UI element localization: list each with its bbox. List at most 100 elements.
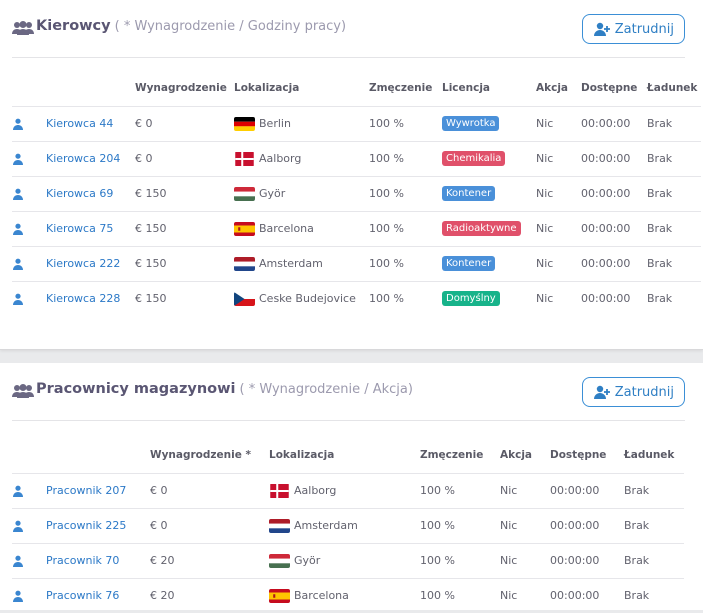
drivers-subtitle: ( * Wynagrodzenie / Godziny pracy) <box>114 19 347 34</box>
salary-cell: € 0 <box>135 140 234 176</box>
col-fatigue[interactable]: Zmęczenie <box>369 71 442 106</box>
license-cell: Kontener <box>442 175 536 211</box>
available-cell: 00:00:00 <box>581 280 647 316</box>
cargo-cell: Brak <box>624 507 684 543</box>
fatigue-cell: 100 % <box>420 507 500 543</box>
employee-name-link[interactable]: Pracownik 76 <box>46 577 150 613</box>
salary-cell: € 150 <box>135 280 234 316</box>
available-cell: 00:00:00 <box>581 105 647 141</box>
user-icon <box>12 555 24 567</box>
hire-label: Zatrudnij <box>614 384 674 400</box>
col-action[interactable]: Akcja <box>500 438 550 473</box>
table-row[interactable]: Kierowca 69 € 150 Györ 100 % Kontener Nic 00:0… <box>12 175 701 211</box>
location-cell: Ceske Budejovice <box>234 280 369 316</box>
col-fatigue[interactable]: Zmęczenie <box>420 438 500 473</box>
warehouse-title: Pracownicy magazynowi <box>36 381 236 397</box>
cargo-cell: Brak <box>647 245 701 281</box>
table-row[interactable]: Kierowca 222 € 150 Amsterdam 100 % Kontener N… <box>12 245 701 281</box>
salary-cell: € 0 <box>150 507 269 543</box>
hire-driver-button[interactable]: Zatrudnij <box>581 14 685 44</box>
dk-flag-icon <box>234 151 255 166</box>
employee-name-link[interactable]: Kierowca 228 <box>46 280 135 316</box>
nl-flag-icon <box>234 256 255 271</box>
user-icon-cell <box>12 140 46 176</box>
fatigue-cell: 100 % <box>369 210 442 246</box>
warehouse-card: Pracownicy magazynowi( * Wynagrodzenie /… <box>0 363 703 613</box>
cargo-cell: Brak <box>647 210 701 246</box>
user-plus-icon <box>593 22 610 36</box>
employee-name-link[interactable]: Pracownik 70 <box>46 542 150 578</box>
location-cell: Györ <box>269 542 420 578</box>
col-location[interactable]: Lokalizacja <box>269 438 420 473</box>
city-label: Aalborg <box>294 483 337 497</box>
table-row[interactable]: Pracownik 76 € 20 Barcelona 100 % Nic 00:00:0… <box>12 577 684 613</box>
employee-name-link[interactable]: Kierowca 69 <box>46 175 135 211</box>
location-cell: Barcelona <box>234 210 369 246</box>
user-icon <box>12 223 24 235</box>
available-cell: 00:00:00 <box>581 140 647 176</box>
user-icon-cell <box>12 542 46 578</box>
license-cell: Radioaktywne <box>442 210 536 246</box>
available-cell: 00:00:00 <box>581 175 647 211</box>
city-label: Barcelona <box>259 221 314 235</box>
employee-name-link[interactable]: Kierowca 75 <box>46 210 135 246</box>
license-badge: Kontener <box>442 186 496 201</box>
users-icon <box>12 21 34 35</box>
employee-name-link[interactable]: Kierowca 44 <box>46 105 135 141</box>
col-salary[interactable]: Wynagrodzenie <box>135 71 234 106</box>
location-cell: Aalborg <box>234 140 369 176</box>
employee-name-link[interactable]: Pracownik 207 <box>46 472 150 508</box>
col-cargo[interactable]: Ładunek <box>647 71 701 106</box>
user-icon-cell <box>12 472 46 508</box>
warehouse-header: Pracownicy magazynowi( * Wynagrodzenie /… <box>12 363 685 421</box>
divider <box>12 420 685 421</box>
table-row[interactable]: Kierowca 228 € 150 Ceske Budejovice 100 % Do… <box>12 280 701 316</box>
action-cell: Nic <box>500 472 550 508</box>
license-badge: Radioaktywne <box>442 221 521 236</box>
available-cell: 00:00:00 <box>550 507 624 543</box>
table-row[interactable]: Kierowca 75 € 150 Barcelona 100 % Radioaktyw… <box>12 210 701 246</box>
cargo-cell: Brak <box>624 577 684 613</box>
col-location[interactable]: Lokalizacja <box>234 71 369 106</box>
table-row[interactable]: Kierowca 44 € 0 Berlin 100 % Wywrotka Nic 00:0… <box>12 105 701 141</box>
col-available[interactable]: Dostępne <box>550 438 624 473</box>
table-row[interactable]: Kierowca 204 € 0 Aalborg 100 % Chemikalia Nic… <box>12 140 701 176</box>
employee-name-link[interactable]: Kierowca 222 <box>46 245 135 281</box>
salary-cell: € 150 <box>135 210 234 246</box>
hire-warehouse-button[interactable]: Zatrudnij <box>581 377 685 407</box>
col-available[interactable]: Dostępne <box>581 71 647 106</box>
employee-name-link[interactable]: Pracownik 225 <box>46 507 150 543</box>
col-license[interactable]: Licencja <box>442 71 536 106</box>
license-cell: Kontener <box>442 245 536 281</box>
salary-cell: € 20 <box>150 542 269 578</box>
user-icon-cell <box>12 280 46 316</box>
table-row[interactable]: Pracownik 225 € 0 Amsterdam 100 % Nic 00:00:0… <box>12 507 684 543</box>
license-cell: Chemikalia <box>442 140 536 176</box>
user-icon-cell <box>12 507 46 543</box>
salary-cell: € 0 <box>150 472 269 508</box>
user-plus-icon <box>593 385 610 399</box>
fatigue-cell: 100 % <box>369 175 442 211</box>
employee-name-link[interactable]: Kierowca 204 <box>46 140 135 176</box>
hu-flag-icon <box>234 186 255 201</box>
es-flag-icon <box>234 221 255 236</box>
users-icon <box>12 384 34 398</box>
col-salary[interactable]: Wynagrodzenie * <box>150 438 269 473</box>
location-cell: Barcelona <box>269 577 420 613</box>
drivers-table: Wynagrodzenie Lokalizacja Zmęczenie Lice… <box>12 71 701 316</box>
cargo-cell: Brak <box>624 542 684 578</box>
action-cell: Nic <box>536 140 581 176</box>
action-cell: Nic <box>536 175 581 211</box>
table-row[interactable]: Pracownik 207 € 0 Aalborg 100 % Nic 00:00:00 B… <box>12 472 684 508</box>
license-badge: Kontener <box>442 256 496 271</box>
city-label: Amsterdam <box>259 256 323 270</box>
salary-cell: € 150 <box>135 175 234 211</box>
fatigue-cell: 100 % <box>420 472 500 508</box>
dk-flag-icon <box>269 483 290 498</box>
col-cargo[interactable]: Ładunek <box>624 438 684 473</box>
fatigue-cell: 100 % <box>420 577 500 613</box>
table-row[interactable]: Pracownik 70 € 20 Györ 100 % Nic 00:00:00 Brak <box>12 542 684 578</box>
divider <box>12 57 685 58</box>
col-action[interactable]: Akcja <box>536 71 581 106</box>
city-label: Barcelona <box>294 588 349 602</box>
